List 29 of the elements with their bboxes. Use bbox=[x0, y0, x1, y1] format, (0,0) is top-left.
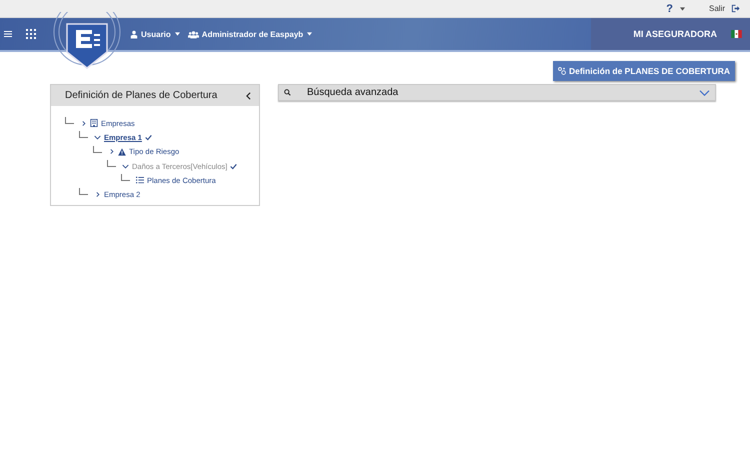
panel-title: Definición de Planes de Cobertura bbox=[65, 90, 218, 101]
caret-icon bbox=[680, 6, 685, 10]
user-menu[interactable]: Usuario bbox=[130, 30, 180, 38]
admin-menu[interactable]: Administrador de Easpayb bbox=[188, 30, 312, 38]
building-icon bbox=[90, 119, 98, 128]
help-menu[interactable]: ? bbox=[666, 2, 685, 14]
expand-icon[interactable] bbox=[80, 120, 87, 127]
define-plans-button[interactable]: Definición de PLANES DE COBERTURA bbox=[552, 61, 735, 81]
expand-icon[interactable] bbox=[94, 191, 101, 198]
collapse-icon[interactable] bbox=[246, 92, 251, 100]
logout-icon[interactable] bbox=[731, 4, 740, 13]
logout-link[interactable]: Salir bbox=[708, 4, 725, 13]
caret-icon bbox=[174, 32, 180, 36]
company-name: MI ASEGURADORA bbox=[633, 29, 717, 39]
users-icon bbox=[188, 30, 199, 38]
list-icon bbox=[136, 176, 144, 184]
caret-icon bbox=[307, 32, 312, 36]
circles-icon bbox=[558, 67, 566, 75]
apps-grid-icon[interactable] bbox=[26, 29, 36, 39]
user-icon bbox=[130, 30, 138, 38]
warning-icon bbox=[118, 148, 126, 156]
expand-icon[interactable] bbox=[108, 148, 115, 156]
search-icon bbox=[284, 89, 291, 96]
expand-icon[interactable] bbox=[94, 134, 101, 141]
menu-icon[interactable] bbox=[4, 30, 12, 38]
flag-icon[interactable] bbox=[731, 30, 742, 38]
advanced-search-bar[interactable]: Búsqueda avanzada bbox=[278, 84, 716, 101]
search-title: Búsqueda avanzada bbox=[307, 87, 400, 98]
chevron-icon[interactable] bbox=[699, 90, 710, 96]
